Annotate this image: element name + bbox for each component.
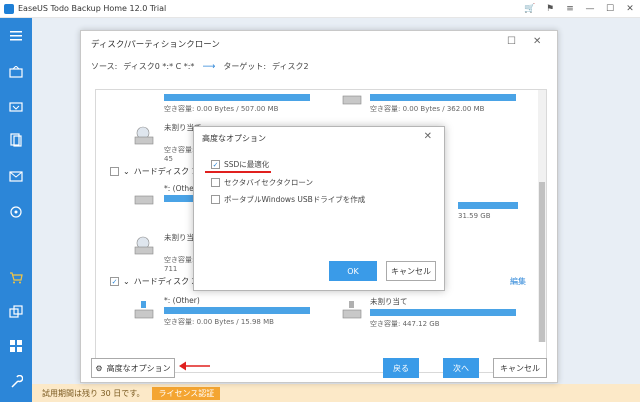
option-checkbox[interactable] <box>211 178 220 187</box>
trial-text: 試用期間は残り 30 日です。 <box>42 388 145 398</box>
tools-icon[interactable] <box>8 338 24 354</box>
partition[interactable]: 空き容量: 0.00 Bytes / 507.00 MB <box>164 92 310 114</box>
email-icon[interactable] <box>8 168 24 184</box>
app-logo-icon <box>4 3 14 14</box>
cart-icon[interactable]: 🛒 <box>520 4 540 14</box>
target-value: ディスク2 <box>272 62 309 71</box>
wrench-icon[interactable] <box>8 374 24 390</box>
backup-icon[interactable] <box>8 64 24 80</box>
partition-capacity: 空き容量: 0.00 Bytes / 362.00 MB <box>370 105 485 113</box>
maximize-icon[interactable]: ☐ <box>600 4 620 14</box>
app-title: EaseUS Todo Backup Home 12.0 Trial <box>18 4 167 13</box>
annotation-arrow-icon <box>178 360 212 374</box>
next-button[interactable]: 次へ <box>443 358 479 378</box>
advanced-options-button[interactable]: ⚙ 高度なオプション <box>91 358 175 378</box>
option-sector-clone[interactable]: セクタバイセクタクローン <box>211 177 313 188</box>
cancel-button[interactable]: キャンセル <box>386 261 436 281</box>
arrow-right-icon: ⟶ <box>202 61 216 72</box>
partition-capacity: 空き容量: 0.00 Bytes / 507.00 MB <box>164 105 279 113</box>
files-icon[interactable] <box>8 132 24 148</box>
option-checkbox[interactable] <box>211 195 220 204</box>
target-label: ターゲット: <box>223 62 267 71</box>
drive-icon <box>134 236 156 255</box>
source-target-line: ソース: ディスク0 *:* C *:* ⟶ ターゲット: ディスク2 <box>91 61 309 72</box>
source-label: ソース: <box>91 62 118 71</box>
disk-checkbox[interactable] <box>110 167 119 176</box>
partition[interactable]: *: (Other) 空き容量: 0.00 Bytes / 15.98 MB <box>164 296 310 327</box>
partition-capacity: 空き容量: 0.00 Bytes / 15.98 MB <box>164 318 274 326</box>
minimize-icon[interactable]: — <box>580 4 600 14</box>
disk-checkbox[interactable]: ✓ <box>110 277 119 286</box>
option-checkbox[interactable]: ✓ <box>211 160 220 169</box>
annotation-underline <box>205 171 271 173</box>
trial-bar: 試用期間は残り 30 日です。 ライセンス認証 <box>32 384 640 402</box>
option-label: セクタバイセクタクローン <box>224 178 314 187</box>
maximize-icon[interactable]: ☐ <box>507 36 516 47</box>
option-ssd-optimize[interactable]: ✓ SSDに最適化 <box>211 159 269 170</box>
cart-icon[interactable] <box>8 270 24 286</box>
chevron-down-icon[interactable]: ⌄ <box>123 167 130 176</box>
back-button[interactable]: 戻る <box>383 358 419 378</box>
close-icon[interactable]: ✕ <box>533 36 541 47</box>
sidebar <box>0 18 32 402</box>
menu-icon[interactable]: ≡ <box>560 4 580 14</box>
partition-capacity: 31.59 GB <box>458 212 491 220</box>
gear-icon: ⚙ <box>95 363 103 373</box>
drive-icon <box>134 126 156 145</box>
cancel-button[interactable]: キャンセル <box>493 358 547 378</box>
partition-name: 未割り当て <box>370 297 408 306</box>
usb-drive-icon <box>134 300 156 319</box>
option-portable-usb[interactable]: ポータブルWindows USBドライブを作成 <box>211 194 365 205</box>
partition[interactable]: 31.59 GB <box>458 200 518 220</box>
close-icon[interactable]: ✕ <box>424 131 432 142</box>
source-value: ディスク0 *:* C *:* <box>123 62 195 71</box>
partition[interactable]: 未割り当て 空き容量: 447.12 GB <box>370 296 516 329</box>
edit-link[interactable]: 編集 <box>510 276 526 287</box>
restore-icon[interactable] <box>8 98 24 114</box>
scrollbar-thumb[interactable] <box>539 182 545 342</box>
partition[interactable]: 空き容量: 0.00 Bytes / 362.00 MB <box>370 92 516 114</box>
drive-icon <box>134 192 156 206</box>
activate-license-link[interactable]: ライセンス認証 <box>152 386 221 400</box>
ok-button[interactable]: OK <box>329 261 377 281</box>
flag-icon[interactable]: ⚑ <box>540 4 560 14</box>
window-controls: 🛒 ⚑ ≡ — ☐ ✕ <box>520 0 640 18</box>
dialog-title: 高度なオプション <box>202 134 266 143</box>
partition-name: *: (Other) <box>164 296 200 305</box>
app-titlebar: EaseUS Todo Backup Home 12.0 Trial 🛒 ⚑ ≡… <box>0 0 640 18</box>
drive-icon <box>342 92 364 106</box>
option-label: SSDに最適化 <box>224 160 270 169</box>
advanced-options-dialog: 高度なオプション ✕ ✓ SSDに最適化 セクタバイセクタクローン ポータブルW… <box>193 126 445 291</box>
usb-drive-icon <box>342 300 364 319</box>
target-icon[interactable] <box>8 204 24 220</box>
disk-row[interactable]: ✓ ⌄ ハードディスク 2 ( <box>110 276 202 287</box>
disk-row[interactable]: ⌄ ハードディスク 1 ( <box>110 166 202 177</box>
clone-icon[interactable] <box>8 304 24 320</box>
hamburger-icon[interactable] <box>8 28 24 44</box>
close-icon[interactable]: ✕ <box>620 4 640 14</box>
dialog-title: ディスク/パーティションクローン <box>91 40 220 50</box>
scrollbar[interactable] <box>538 90 546 342</box>
partition-capacity: 空き容量: 447.12 GB <box>370 320 440 328</box>
option-label: ポータブルWindows USBドライブを作成 <box>224 195 366 204</box>
chevron-down-icon[interactable]: ⌄ <box>123 277 130 286</box>
